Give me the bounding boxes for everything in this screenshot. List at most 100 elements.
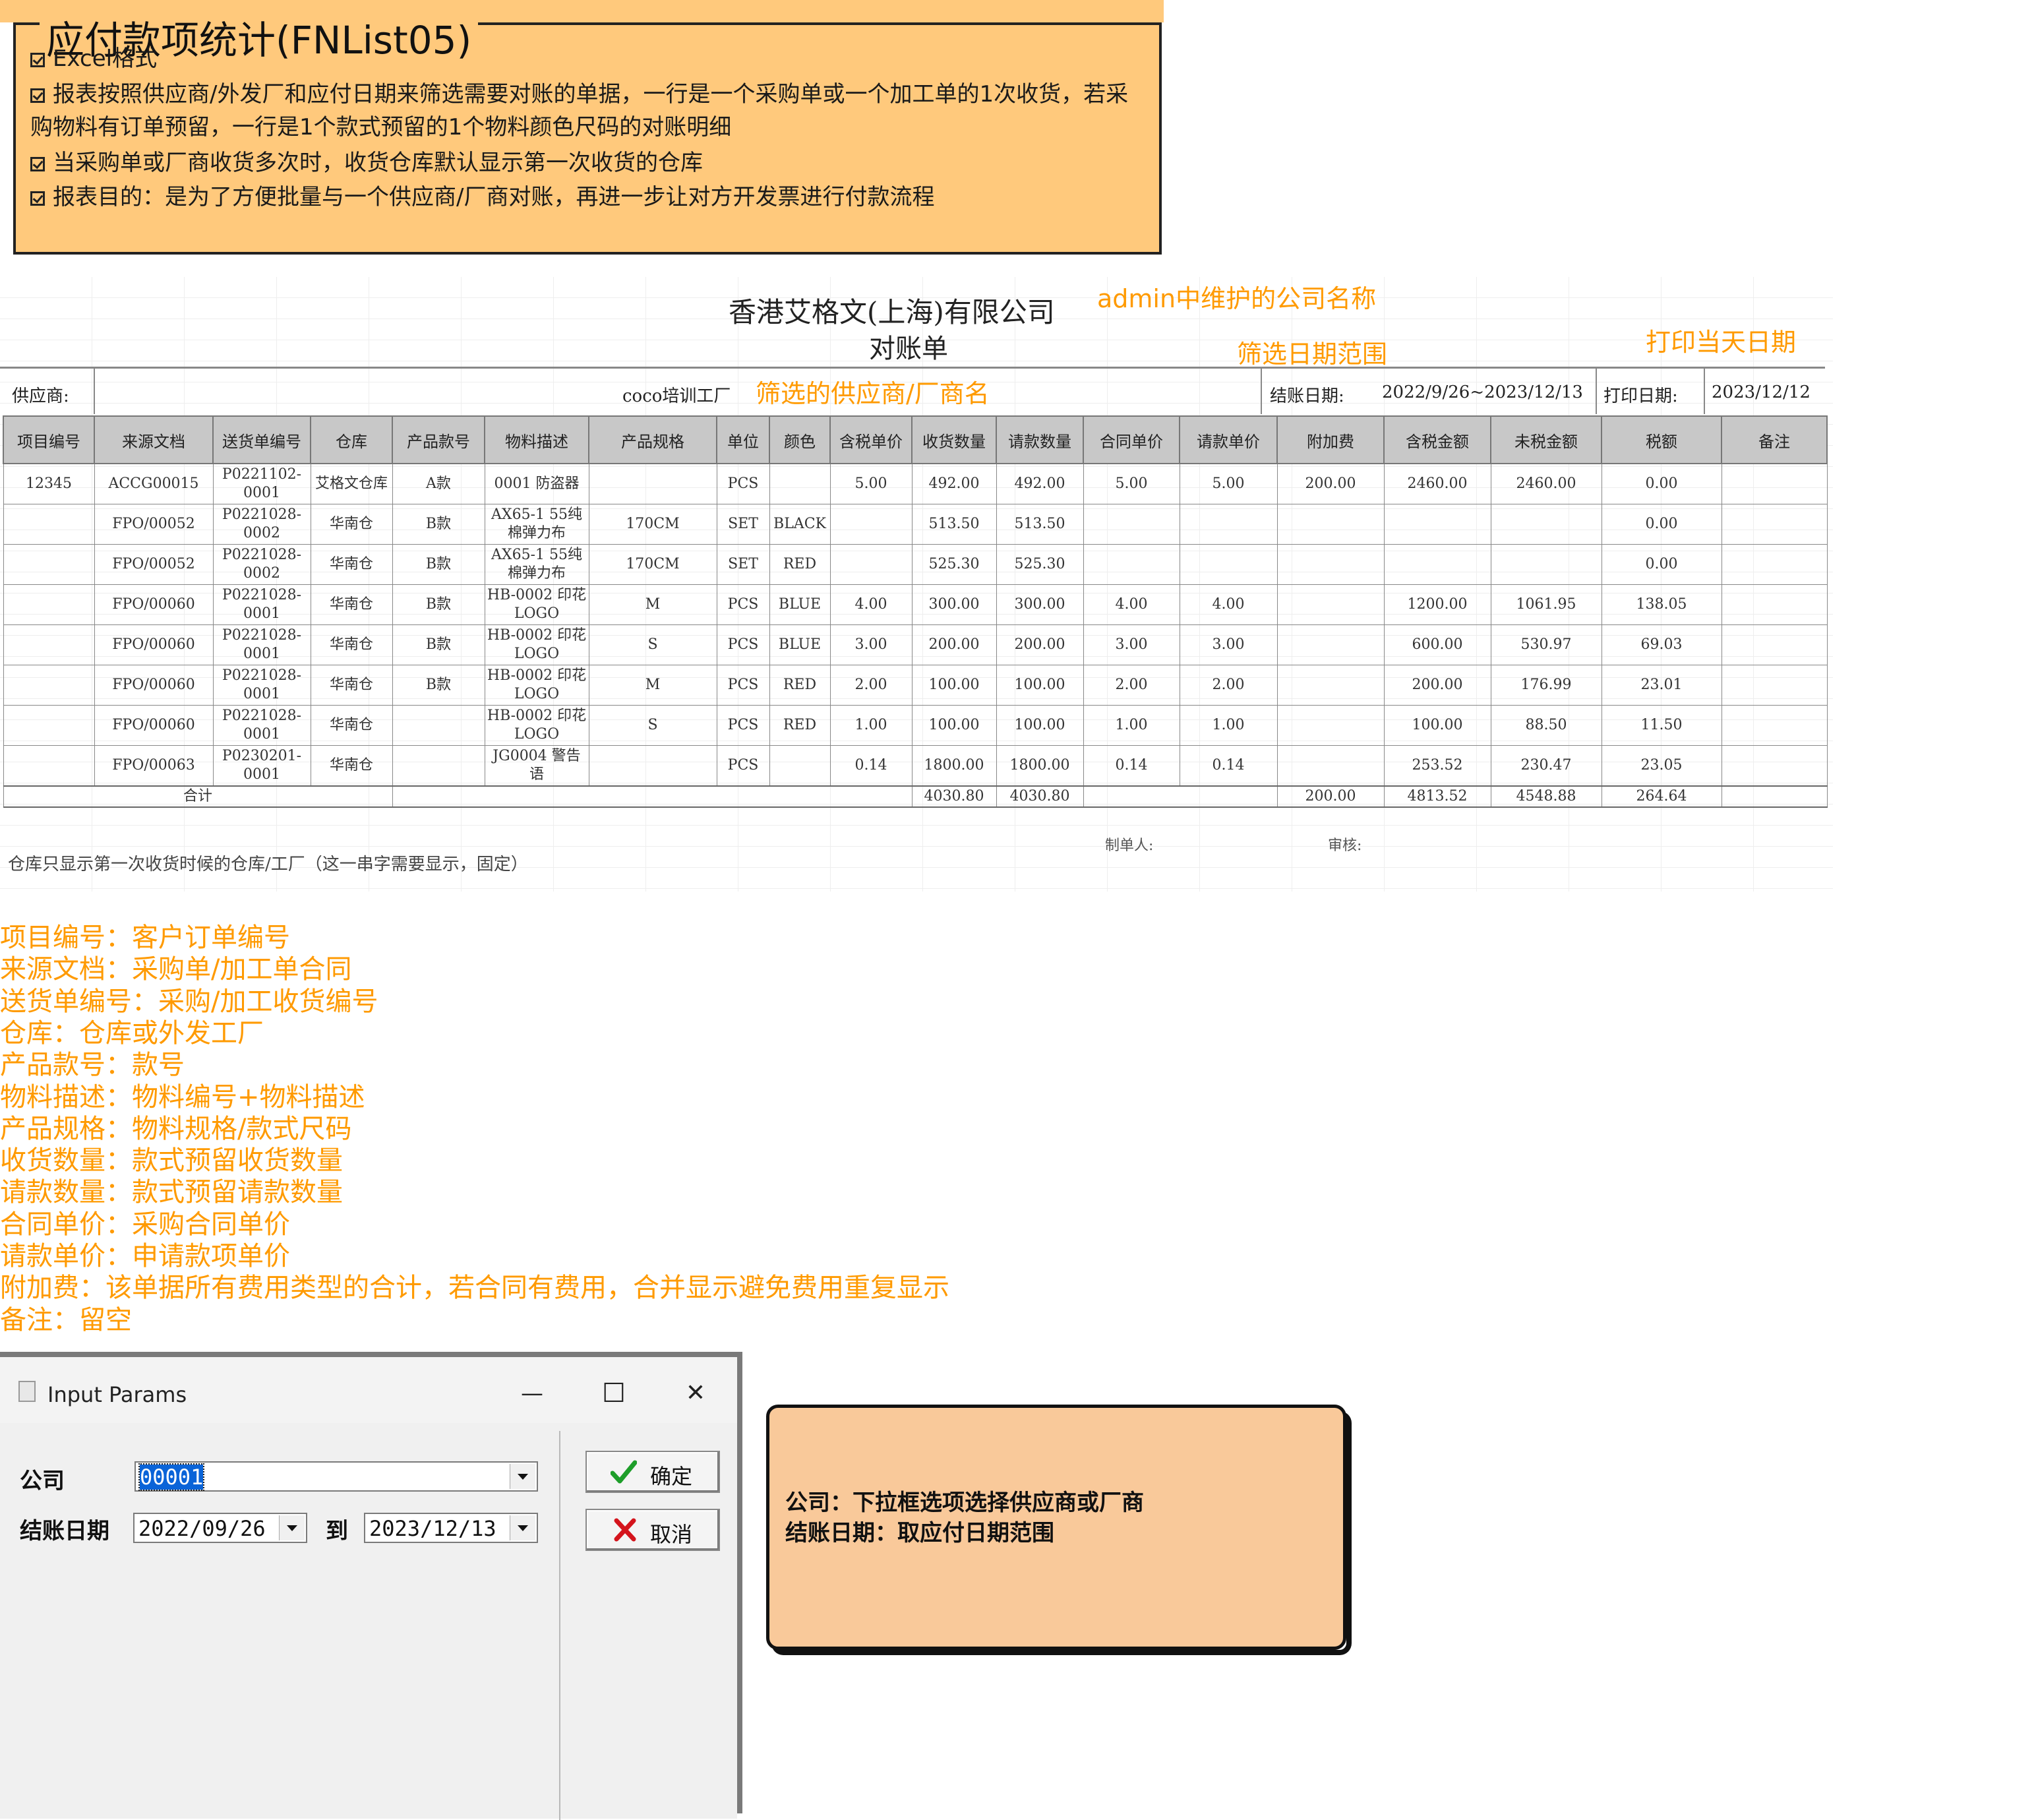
divider <box>1596 368 1597 414</box>
statement-table: 项目编号 来源文档 送货单编号 仓库 产品款号 物料描述 产品规格 单位 颜色 含税单价 收货数量请… <box>3 415 1828 808</box>
minimize-icon[interactable]: — <box>502 1370 562 1416</box>
table-cell <box>1490 504 1602 545</box>
table-cell <box>1490 544 1602 585</box>
annotation-date-range: 筛选日期范围 <box>1237 340 1388 369</box>
table-cell: 200.00 <box>996 624 1084 665</box>
total-req-qty: 4030.80 <box>996 785 1084 808</box>
table-cell <box>769 463 831 504</box>
total-cell <box>1721 785 1828 808</box>
table-row: FPO/00060 P0221028- 0001 华南仓 HB-0002 印花 LOG… <box>3 705 1828 746</box>
table-cell: FPO/00052 <box>94 544 214 585</box>
table-cell: 4.00 <box>829 584 913 625</box>
column-header: 产品款号 <box>392 415 485 464</box>
definition-item: 产品规格：物料规格/款式尺码 <box>0 1113 352 1144</box>
date-to-picker[interactable]: 2023/12/13 <box>364 1513 538 1543</box>
table-cell: 525.30 <box>911 544 997 585</box>
table-cell: P0221028- 0001 <box>212 665 311 706</box>
table-cell: 1.00 <box>1179 705 1278 746</box>
dialog-titlebar[interactable]: Input Params — ☐ ✕ <box>0 1357 737 1423</box>
table-cell: 0.00 <box>1601 504 1722 545</box>
table-cell <box>588 745 717 787</box>
total-tax-incl: 4813.52 <box>1383 785 1491 808</box>
table-cell: 23.05 <box>1601 745 1722 787</box>
spec-item-continued: 购物料有订单预留，一行是1个款式预留的1个物料颜色尺码的对账明细 <box>30 114 732 140</box>
chevron-down-icon[interactable] <box>510 1515 535 1540</box>
table-cell: 0.14 <box>829 745 913 787</box>
column-header: 含税单价 <box>829 415 913 464</box>
table-cell: FPO/00060 <box>94 705 214 746</box>
table-cell: 2460.00 <box>1383 463 1491 504</box>
total-row: 合计 4030.80 4030.80 200.00 4813.52 4548.88 264.… <box>3 785 1828 808</box>
table-cell <box>1276 705 1385 746</box>
table-cell: 100.00 <box>996 665 1084 706</box>
table-cell: 艾格文仓库 <box>310 463 393 504</box>
chevron-down-icon[interactable] <box>279 1515 305 1540</box>
column-header: 附加费 <box>1276 415 1385 464</box>
spec-item: 当采购单或厂商收货多次时，收货仓库默认显示第一次收货的仓库 <box>30 146 703 179</box>
close-icon[interactable]: ✕ <box>666 1370 725 1416</box>
table-cell: 200.00 <box>1276 463 1385 504</box>
table-cell <box>3 504 95 545</box>
total-tax: 264.64 <box>1601 785 1722 808</box>
column-header: 合同单价 <box>1083 415 1180 464</box>
table-cell: PCS <box>716 463 770 504</box>
table-cell: RED <box>769 544 831 585</box>
company-dropdown[interactable]: 00001 <box>135 1461 538 1492</box>
table-cell: 3.00 <box>1179 624 1278 665</box>
column-header: 请款数量 <box>996 415 1084 464</box>
table-cell: 华南仓 <box>310 624 393 665</box>
ok-button[interactable]: 确定 <box>585 1451 720 1493</box>
checkbox-icon <box>30 191 45 206</box>
table-cell: PCS <box>716 705 770 746</box>
table-cell: 300.00 <box>996 584 1084 625</box>
table-cell: 300.00 <box>911 584 997 625</box>
table-cell: BLUE <box>769 624 831 665</box>
table-cell <box>1721 665 1828 706</box>
table-cell: A款 <box>392 463 485 504</box>
table-cell <box>1721 463 1828 504</box>
table-cell: FPO/00060 <box>94 584 214 625</box>
table-cell: 100.00 <box>911 705 997 746</box>
table-cell: 253.52 <box>1383 745 1491 787</box>
table-cell <box>1276 504 1385 545</box>
definition-item: 备注：留空 <box>0 1304 132 1335</box>
table-cell: B款 <box>392 665 485 706</box>
check-icon <box>611 1460 637 1484</box>
date-from-picker[interactable]: 2022/09/26 <box>133 1513 307 1543</box>
table-cell <box>1383 504 1491 545</box>
table-cell <box>1721 705 1828 746</box>
table-cell <box>3 745 95 787</box>
divider <box>1261 368 1262 414</box>
table-cell <box>1276 665 1385 706</box>
table-cell: 华南仓 <box>310 504 393 545</box>
note-line: 公司：下拉框选项选择供应商或厂商 <box>785 1490 1144 1516</box>
spec-item: 报表目的：是为了方便批量与一个供应商/厂商对账，再进一步让对方开发票进行付款流程 <box>30 181 934 214</box>
maximize-icon[interactable]: ☐ <box>584 1370 644 1416</box>
table-cell <box>392 705 485 746</box>
table-cell: 0001 防盗器 <box>484 463 589 504</box>
table-cell: 1.00 <box>1083 705 1180 746</box>
settle-date-value: 2022/9/26~2023/12/13 <box>1382 382 1583 402</box>
table-cell: 华南仓 <box>310 584 393 625</box>
table-cell <box>829 504 913 545</box>
table-cell: ACCG00015 <box>94 463 214 504</box>
table-cell: 600.00 <box>1383 624 1491 665</box>
document-title: 对账单 <box>869 334 948 364</box>
table-cell: M <box>588 665 717 706</box>
cancel-button[interactable]: 取消 <box>585 1509 720 1551</box>
ok-button-label: 确定 <box>650 1464 693 1489</box>
company-name: 香港艾格文(上海)有限公司 <box>729 296 1055 328</box>
table-cell: 华南仓 <box>310 665 393 706</box>
table-cell: 530.97 <box>1490 624 1602 665</box>
column-header: 单位 <box>716 415 770 464</box>
divider <box>94 368 95 414</box>
table-cell: 230.47 <box>1490 745 1602 787</box>
supplier-value: coco培训工厂 <box>622 386 731 406</box>
table-cell: 3.00 <box>1083 624 1180 665</box>
table-row: FPO/00052 P0221028- 0002 华南仓 B款 AX65-1 55纯 棉… <box>3 544 1828 585</box>
table-cell: B款 <box>392 624 485 665</box>
print-date-label: 打印日期: <box>1603 386 1678 406</box>
chevron-down-icon[interactable] <box>510 1464 535 1489</box>
total-recv-qty: 4030.80 <box>911 785 997 808</box>
table-cell: P0221028- 0001 <box>212 624 311 665</box>
